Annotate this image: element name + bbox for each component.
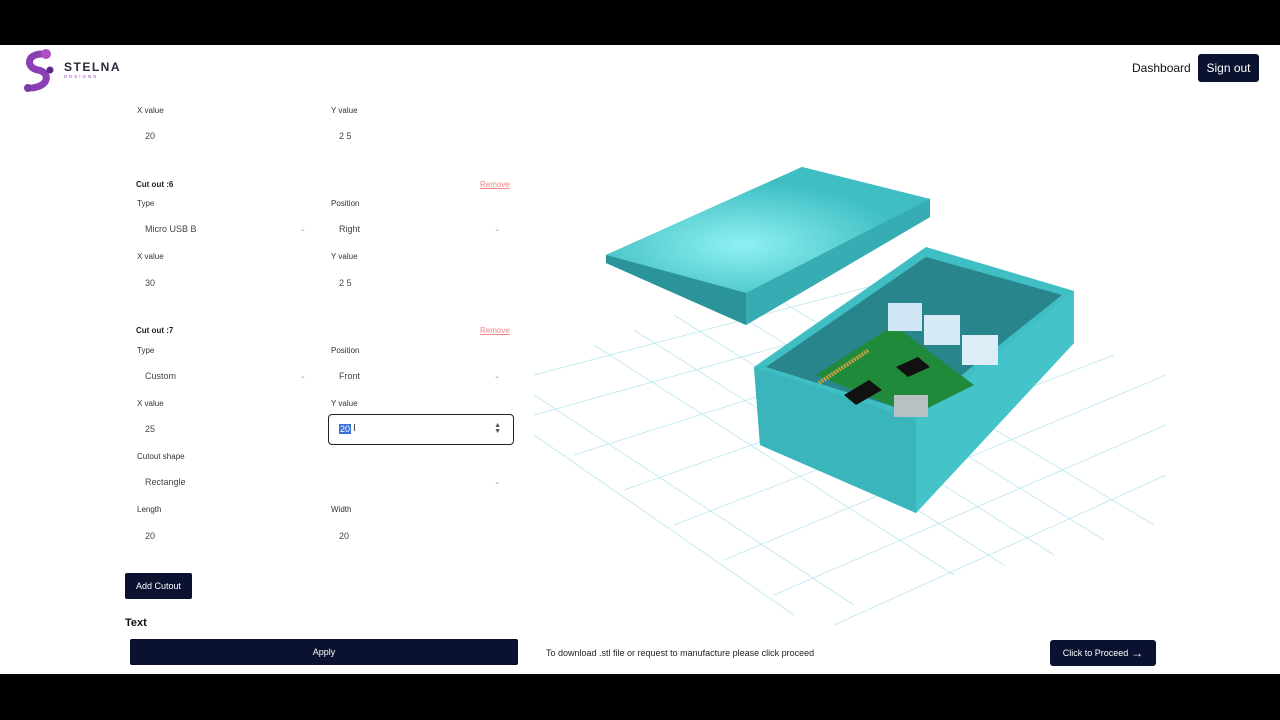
chevron-down-icon: ⌄ (494, 373, 500, 380)
3d-model-viewer[interactable] (534, 95, 1166, 628)
cutout6-type-label: Type (137, 199, 155, 208)
cutout7-remove-link[interactable]: Remove (480, 326, 510, 335)
cutout5-y-label: Y value (331, 106, 358, 115)
app-frame: STELNA DESIGNS Dashboard Sign out X valu… (0, 45, 1280, 674)
number-spinner-icon[interactable]: ▲ ▼ (494, 422, 501, 435)
cutout7-type-select[interactable]: Custom (145, 371, 176, 381)
brand-text: STELNA DESIGNS (64, 61, 121, 80)
cutout6-y-label: Y value (331, 252, 358, 261)
cutout7-y-label: Y value (331, 399, 358, 408)
text-cursor-icon: I (353, 423, 356, 434)
cutout5-x-label: X value (137, 106, 164, 115)
text-section-heading: Text (125, 617, 147, 629)
cutout7-title: Cut out :7 (136, 326, 174, 335)
cutout7-y-input[interactable]: 20 I ▲ ▼ (328, 414, 514, 445)
cutout7-length-input[interactable]: 20 (145, 531, 155, 541)
top-header: STELNA DESIGNS Dashboard Sign out (0, 45, 1280, 95)
apply-button[interactable]: Apply (130, 639, 518, 665)
add-cutout-button[interactable]: Add Cutout (125, 573, 192, 599)
cutout7-position-select[interactable]: Front (339, 371, 360, 381)
cutout7-x-label: X value (137, 399, 164, 408)
cutout6-x-input[interactable]: 30 (145, 278, 155, 288)
enclosure-3d-render (534, 167, 1166, 626)
cutout6-x-label: X value (137, 252, 164, 261)
cutout6-position-select[interactable]: Right (339, 224, 360, 234)
chevron-down-icon: ⌄ (494, 479, 500, 486)
cutout7-width-label: Width (331, 505, 352, 514)
proceed-button[interactable]: Click to Proceed → (1050, 640, 1156, 666)
proceed-button-label: Click to Proceed (1062, 648, 1129, 658)
chevron-down-icon: ⌄ (300, 226, 306, 233)
cutout7-position-label: Position (331, 346, 360, 355)
chevron-down-icon: ⌄ (494, 226, 500, 233)
y-input-selected-text: 20 (339, 424, 352, 434)
cutout7-shape-select[interactable]: Rectangle (145, 477, 186, 487)
stelna-logo-icon (24, 49, 54, 92)
brand-subtitle: DESIGNS (64, 73, 99, 79)
arrow-right-icon: → (1131, 646, 1144, 660)
cutout5-x-input[interactable]: 20 (145, 131, 155, 141)
chevron-down-icon: ⌄ (300, 373, 306, 380)
brand-logo[interactable]: STELNA DESIGNS (20, 48, 130, 92)
sign-out-button[interactable]: Sign out (1198, 54, 1259, 82)
brand-name: STELNA (64, 59, 121, 74)
cutout7-shape-label: Cutout shape (137, 452, 185, 461)
cutout7-x-input[interactable]: 25 (145, 424, 155, 434)
nav-dashboard-link[interactable]: Dashboard (1132, 61, 1191, 75)
cutout5-y-input[interactable]: 2 5 (339, 131, 352, 141)
cutout7-width-input[interactable]: 20 (339, 531, 349, 541)
download-message: To download .stl file or request to manu… (546, 648, 815, 658)
cutout7-type-label: Type (137, 346, 155, 355)
cutout6-position-label: Position (331, 199, 360, 208)
cutout7-length-label: Length (137, 505, 162, 514)
cutout6-y-input[interactable]: 2 5 (339, 278, 352, 288)
cutout6-type-select[interactable]: Micro USB B (145, 224, 197, 234)
cutout-form: X value 20 Y value 2 5 Cut out :6 Remove… (124, 95, 518, 635)
cutout6-title: Cut out :6 (136, 180, 174, 189)
cutout6-remove-link[interactable]: Remove (480, 180, 510, 189)
